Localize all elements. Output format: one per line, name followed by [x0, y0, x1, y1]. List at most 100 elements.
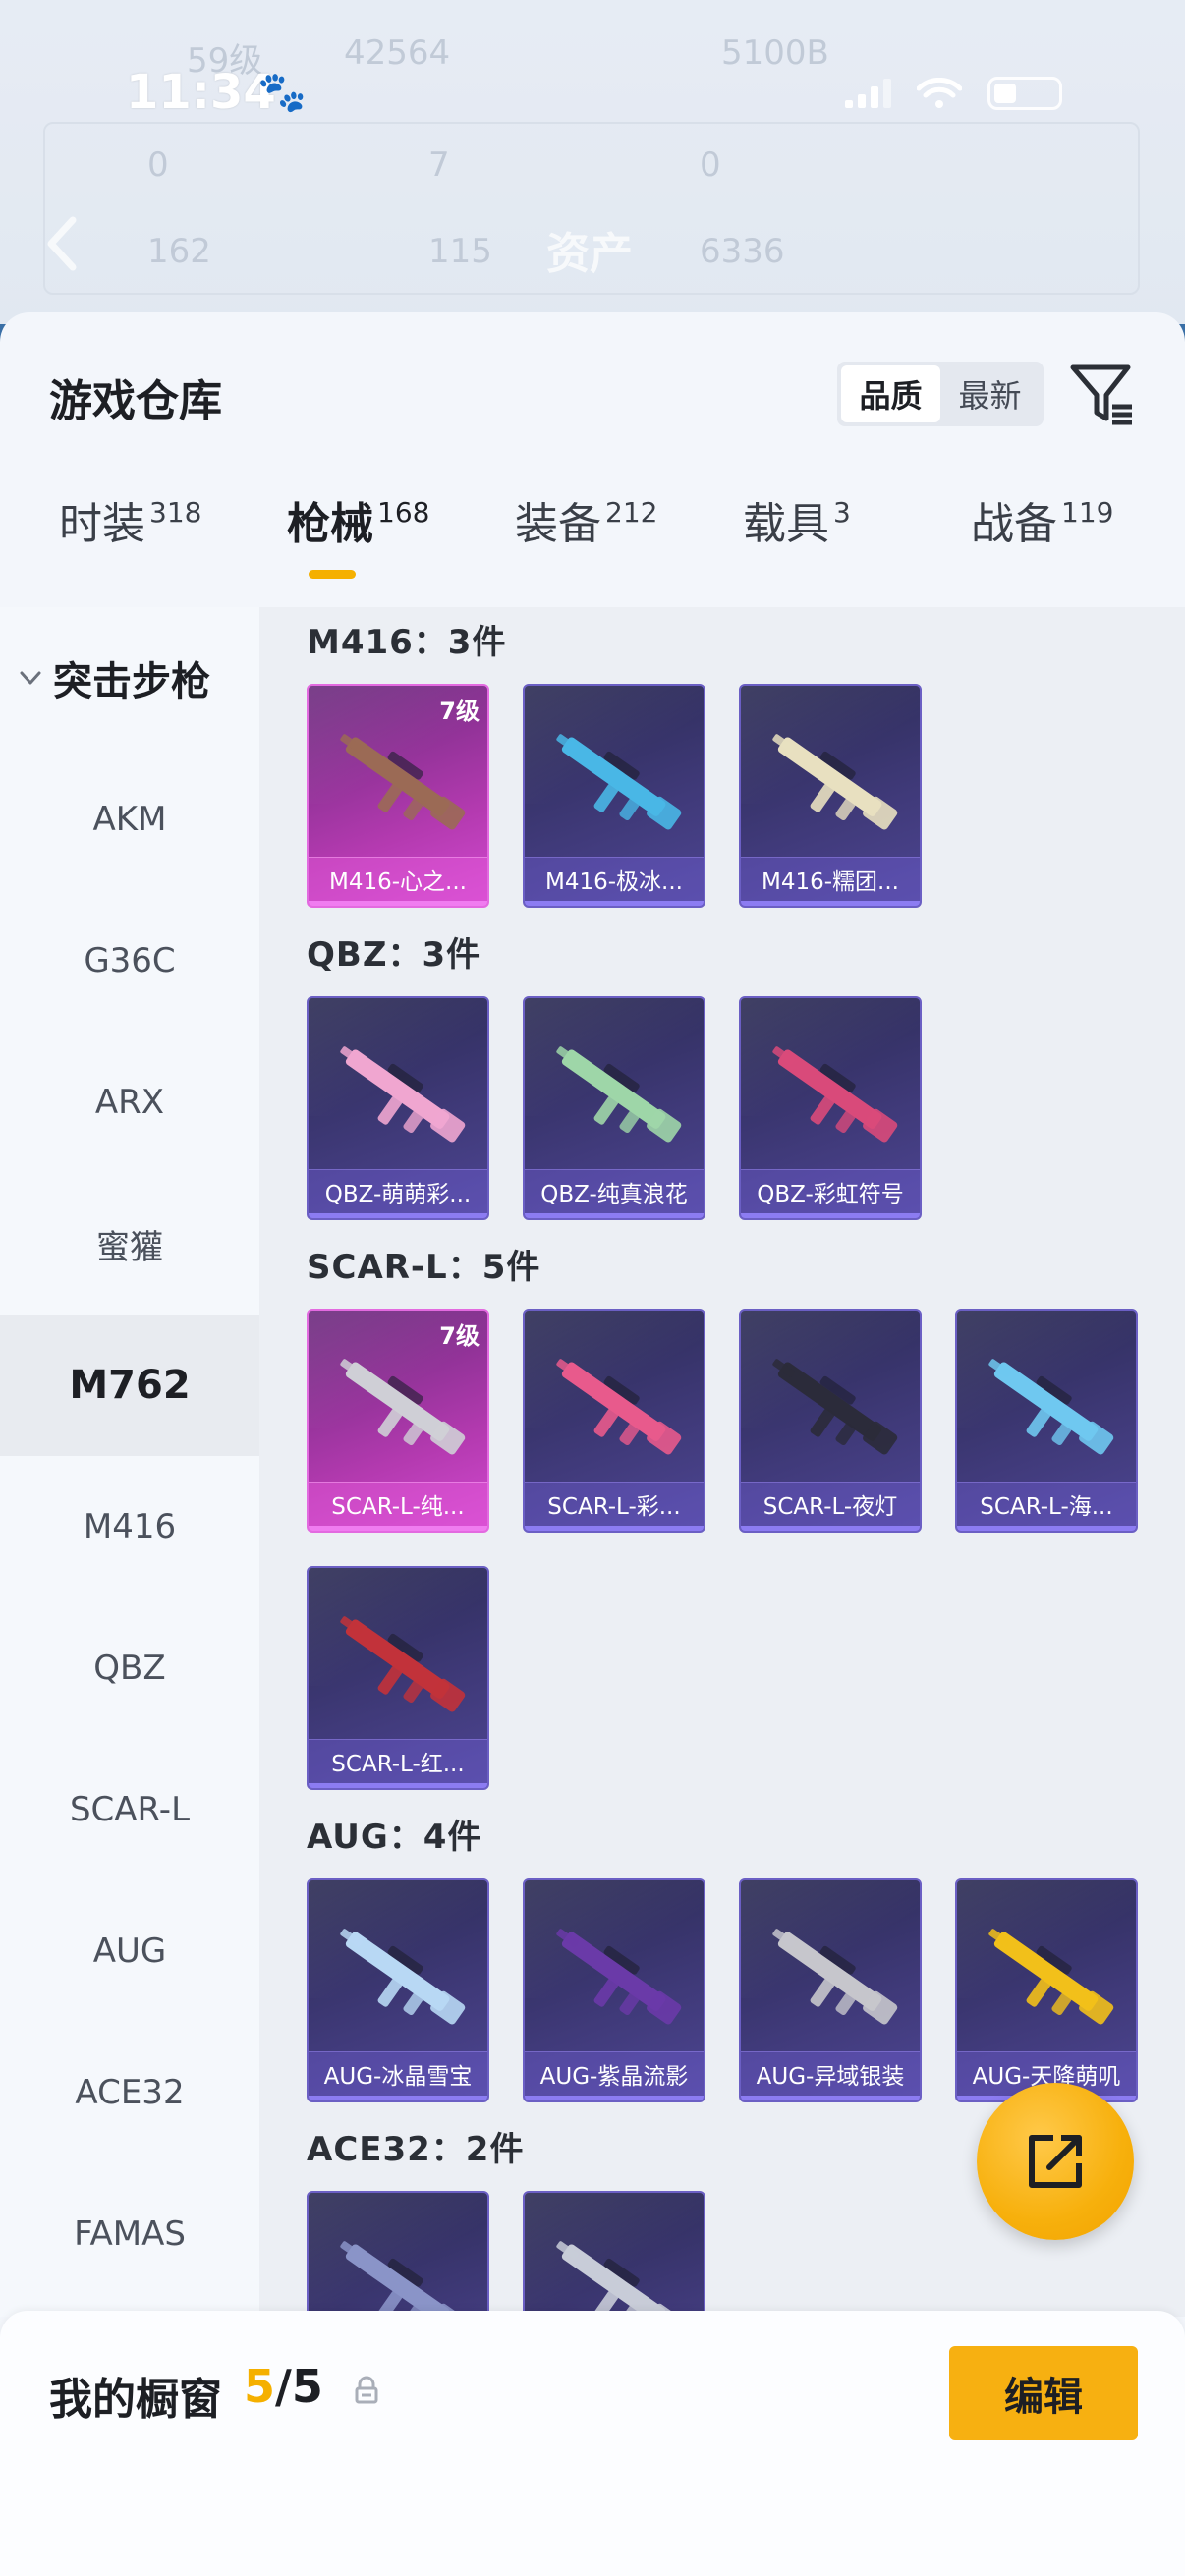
skin-card[interactable]: QBZ-纯真浪花: [523, 996, 705, 1220]
skin-name: M416-极冰...: [545, 869, 683, 895]
skin-card[interactable]: SCAR-L-彩...: [523, 1309, 705, 1533]
skin-level-badge: 7级: [439, 698, 480, 725]
weapon-skin-icon: [340, 734, 466, 830]
weapon-skin-icon: [988, 1359, 1114, 1455]
sort-toggle: 品质 最新: [837, 362, 1044, 426]
group-header-m416: M416：3件: [307, 623, 507, 662]
skin-name: SCAR-L-红...: [331, 1752, 465, 1777]
background-stat-text: 0: [700, 145, 721, 185]
sidebar-item-qbz[interactable]: QBZ: [0, 1597, 259, 1739]
skin-card[interactable]: AUG-异域银装: [739, 1878, 922, 2102]
skin-name: M416-心之...: [329, 869, 467, 895]
skin-card[interactable]: 7级 M416-心之...: [307, 684, 489, 908]
group-header-ace32: ACE32：2件: [307, 2130, 525, 2169]
sidebar-item-akm[interactable]: AKM: [0, 749, 259, 890]
tab-label: 载具: [743, 499, 829, 549]
weapon-skin-icon: [556, 2241, 682, 2317]
tab-weapons[interactable]: 枪械 168: [287, 495, 429, 603]
rarity-line: [741, 1213, 920, 1218]
sort-option-quality[interactable]: 品质: [841, 365, 940, 422]
skin-name: SCAR-L-彩...: [547, 1494, 681, 1520]
showcase-count-separator: /: [275, 2360, 292, 2413]
skin-card[interactable]: AUG-冰晶雪宝: [307, 1878, 489, 2102]
tab-count: 119: [1061, 496, 1114, 529]
weapon-skin-icon: [556, 734, 682, 830]
tab-count: 168: [377, 496, 430, 529]
skin-card[interactable]: M416-糯团...: [739, 684, 922, 908]
skin-name: AUG-异域银装: [756, 2064, 905, 2090]
weapon-skin-icon: [340, 1616, 466, 1712]
weapon-skin-icon: [772, 1359, 898, 1455]
sort-option-newest[interactable]: 最新: [940, 365, 1040, 422]
background-stat-text: 0: [147, 145, 169, 185]
group-header-qbz: QBZ：3件: [307, 935, 481, 975]
skin-level-badge: 7级: [439, 1322, 480, 1350]
showcase-title: 我的橱窗: [49, 2375, 222, 2425]
showcase-count-total: 5: [291, 2360, 323, 2413]
sidebar-item-arx[interactable]: ARX: [0, 1032, 259, 1173]
sidebar-item-aug[interactable]: AUG: [0, 1880, 259, 2022]
weapon-skin-icon: [772, 1929, 898, 2025]
wifi-icon: [917, 78, 962, 108]
showcase-bar: 我的橱窗 5/5 编辑: [0, 2311, 1185, 2576]
warehouse-sheet: 游戏仓库 品质 最新 时装 318 枪械 168 装备 212 载具 3 战备 …: [0, 312, 1185, 2576]
back-arrow-icon[interactable]: [43, 214, 83, 273]
weapon-type-sidebar: 突击步枪 AKM G36C ARX 蜜獾 M762 M416 QBZ SCAR-…: [0, 607, 259, 2317]
filter-icon[interactable]: [1069, 362, 1136, 428]
share-button[interactable]: [977, 2083, 1134, 2240]
skin-card[interactable]: QBZ-萌萌彩...: [307, 996, 489, 1220]
rarity-line: [525, 1526, 704, 1531]
weapon-skin-icon: [340, 1929, 466, 2025]
rarity-line: [309, 2096, 487, 2100]
skin-name: AUG-紫晶流影: [539, 2064, 689, 2090]
sidebar-group-label: 突击步枪: [53, 659, 210, 704]
skin-card[interactable]: SCAR-L-红...: [307, 1566, 489, 1790]
sidebar-group-assault-rifles[interactable]: 突击步枪: [0, 607, 259, 749]
tab-vehicles[interactable]: 载具 3: [743, 495, 851, 603]
skin-card[interactable]: 7级 SCAR-L-纯...: [307, 1309, 489, 1533]
rarity-line: [741, 2096, 920, 2100]
group-header-aug: AUG：4件: [307, 1818, 482, 1857]
skin-card[interactable]: [307, 2191, 489, 2317]
sidebar-item-ace32[interactable]: ACE32: [0, 2022, 259, 2163]
skin-card[interactable]: AUG-紫晶流影: [523, 1878, 705, 2102]
skin-card[interactable]: SCAR-L-海...: [955, 1309, 1138, 1533]
background-stat-text: 6336: [700, 232, 785, 271]
background-stat-text: 7: [428, 145, 450, 185]
skin-name: SCAR-L-纯...: [331, 1494, 465, 1520]
sidebar-item-famas[interactable]: FAMAS: [0, 2163, 259, 2305]
skin-name: AUG-冰晶雪宝: [323, 2064, 473, 2090]
sidebar-item-m762[interactable]: M762: [0, 1315, 259, 1456]
tab-label: 战备: [971, 499, 1057, 549]
skin-card[interactable]: [523, 2191, 705, 2317]
cellular-signal-icon: [845, 79, 891, 108]
tab-label: 枪械: [287, 499, 373, 549]
sidebar-item-g36c[interactable]: G36C: [0, 890, 259, 1032]
skin-card[interactable]: QBZ-彩虹符号: [739, 996, 922, 1220]
skin-name: SCAR-L-夜灯: [762, 1494, 898, 1520]
skin-card[interactable]: SCAR-L-夜灯: [739, 1309, 922, 1533]
skin-card[interactable]: M416-极冰...: [523, 684, 705, 908]
rarity-line: [309, 1783, 487, 1788]
rarity-line: [309, 1213, 487, 1218]
paw-icon: 🐾: [257, 70, 307, 115]
rarity-line: [525, 2096, 704, 2100]
sidebar-item-m416[interactable]: M416: [0, 1456, 259, 1597]
chevron-down-icon: [20, 671, 41, 685]
weapon-skin-icon: [556, 1359, 682, 1455]
tab-equipment[interactable]: 装备 212: [515, 495, 657, 603]
active-tab-indicator: [309, 570, 356, 579]
sidebar-item-honey-badger[interactable]: 蜜獾: [0, 1173, 259, 1315]
rarity-line: [309, 901, 487, 906]
showcase-count: 5/5: [244, 2360, 323, 2413]
edit-button[interactable]: 编辑: [949, 2346, 1138, 2440]
weapon-skin-icon: [772, 734, 898, 830]
tab-fashion[interactable]: 时装 318: [59, 495, 201, 603]
rarity-line: [741, 901, 920, 906]
skin-name: M416-糯团...: [762, 869, 899, 895]
sidebar-item-scar-l[interactable]: SCAR-L: [0, 1739, 259, 1880]
weapon-skin-icon: [340, 1046, 466, 1143]
tab-count: 318: [149, 496, 202, 529]
tab-supplies[interactable]: 战备 119: [971, 495, 1113, 603]
skin-card[interactable]: AUG-天降萌叽: [955, 1878, 1138, 2102]
